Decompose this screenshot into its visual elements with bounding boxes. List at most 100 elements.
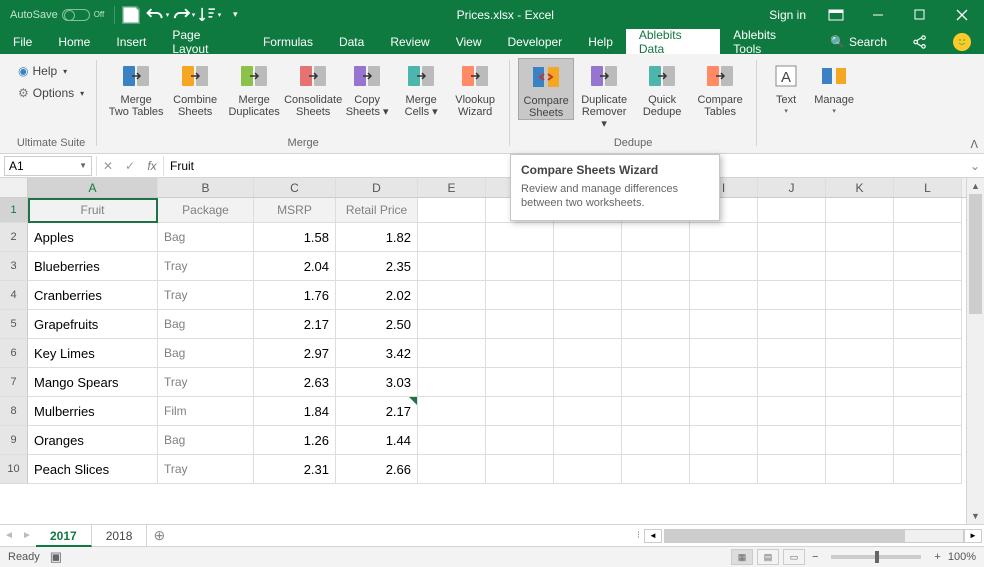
- tab-ablebits-data[interactable]: Ablebits Data: [626, 29, 720, 54]
- cell[interactable]: [894, 223, 962, 252]
- cell[interactable]: [486, 455, 554, 484]
- cell[interactable]: 2.50: [336, 310, 418, 339]
- cell[interactable]: [826, 368, 894, 397]
- cell[interactable]: [826, 397, 894, 426]
- signin-button[interactable]: Sign in: [763, 6, 812, 24]
- cell[interactable]: [894, 455, 962, 484]
- cell[interactable]: [554, 310, 622, 339]
- cell[interactable]: [758, 455, 826, 484]
- undo-button[interactable]: ▾: [145, 3, 169, 27]
- cell[interactable]: [758, 426, 826, 455]
- column-header-K[interactable]: K: [826, 178, 894, 197]
- cell[interactable]: [690, 426, 758, 455]
- header-cell-fruit[interactable]: Fruit: [28, 198, 158, 223]
- header-cell-retail-price[interactable]: Retail Price: [336, 198, 418, 223]
- cell[interactable]: 1.84: [254, 397, 336, 426]
- cell[interactable]: [826, 198, 894, 223]
- cell[interactable]: [418, 455, 486, 484]
- cell[interactable]: [690, 223, 758, 252]
- cell[interactable]: [622, 310, 690, 339]
- cell[interactable]: [554, 223, 622, 252]
- zoom-slider[interactable]: [831, 555, 921, 559]
- column-header-A[interactable]: A: [28, 178, 158, 197]
- name-box[interactable]: A1▼: [4, 156, 92, 176]
- cell[interactable]: [826, 339, 894, 368]
- cell[interactable]: [418, 252, 486, 281]
- consolidate-sheets-button[interactable]: ConsolidateSheets: [287, 58, 339, 118]
- cell[interactable]: [554, 281, 622, 310]
- cell[interactable]: [826, 426, 894, 455]
- tab-view[interactable]: View: [443, 29, 495, 54]
- cell[interactable]: [554, 397, 622, 426]
- compare-tables-button[interactable]: CompareTables: [692, 58, 748, 118]
- search-tab[interactable]: 🔍Search: [817, 35, 900, 49]
- cell[interactable]: [554, 368, 622, 397]
- cell[interactable]: [690, 310, 758, 339]
- cell[interactable]: [418, 310, 486, 339]
- cell[interactable]: 2.35: [336, 252, 418, 281]
- cell[interactable]: [690, 252, 758, 281]
- cell[interactable]: 1.58: [254, 223, 336, 252]
- row-header-9[interactable]: 9: [0, 426, 28, 455]
- tab-page-layout[interactable]: Page Layout: [159, 29, 250, 54]
- sheet-nav-prev[interactable]: ◄: [0, 530, 18, 541]
- cell[interactable]: Bag: [158, 426, 254, 455]
- cell[interactable]: [758, 339, 826, 368]
- cell[interactable]: 1.76: [254, 281, 336, 310]
- tab-file[interactable]: File: [0, 29, 45, 54]
- cell[interactable]: [894, 339, 962, 368]
- cell[interactable]: [826, 252, 894, 281]
- cell[interactable]: [622, 426, 690, 455]
- cell[interactable]: Bag: [158, 223, 254, 252]
- tab-formulas[interactable]: Formulas: [250, 29, 326, 54]
- zoom-out-button[interactable]: −: [809, 551, 821, 563]
- cell[interactable]: [486, 426, 554, 455]
- cell[interactable]: [758, 198, 826, 223]
- add-sheet-button[interactable]: ⊕: [147, 527, 171, 544]
- cell[interactable]: [486, 281, 554, 310]
- cell[interactable]: [826, 281, 894, 310]
- cell[interactable]: [622, 223, 690, 252]
- cell[interactable]: 2.04: [254, 252, 336, 281]
- row-header-10[interactable]: 10: [0, 455, 28, 484]
- cell[interactable]: Key Limes: [28, 339, 158, 368]
- cell[interactable]: [894, 252, 962, 281]
- merge-two-tables-button[interactable]: MergeTwo Tables: [105, 58, 167, 118]
- column-header-D[interactable]: D: [336, 178, 418, 197]
- cell[interactable]: [690, 281, 758, 310]
- cell[interactable]: Tray: [158, 368, 254, 397]
- row-header-5[interactable]: 5: [0, 310, 28, 339]
- minimize-button[interactable]: [860, 0, 896, 29]
- cell[interactable]: Bag: [158, 310, 254, 339]
- header-cell-package[interactable]: Package: [158, 198, 254, 223]
- cell[interactable]: Blueberries: [28, 252, 158, 281]
- sort-icon[interactable]: ▾: [197, 3, 221, 27]
- cell[interactable]: [486, 368, 554, 397]
- cell[interactable]: [894, 368, 962, 397]
- cell[interactable]: [826, 310, 894, 339]
- close-button[interactable]: [944, 0, 980, 29]
- cell[interactable]: [418, 368, 486, 397]
- cell[interactable]: [690, 368, 758, 397]
- row-header-2[interactable]: 2: [0, 223, 28, 252]
- cell[interactable]: [622, 339, 690, 368]
- row-header-3[interactable]: 3: [0, 252, 28, 281]
- ribbon-display-icon[interactable]: [818, 0, 854, 29]
- column-header-B[interactable]: B: [158, 178, 254, 197]
- smiley-feedback[interactable]: [940, 33, 984, 51]
- view-normal-icon[interactable]: ▦: [731, 549, 753, 565]
- zoom-in-button[interactable]: +: [931, 551, 943, 563]
- cell[interactable]: 1.26: [254, 426, 336, 455]
- sheet-tab-2017[interactable]: 2017: [36, 525, 92, 547]
- copy-sheets-button[interactable]: CopySheets ▾: [341, 58, 393, 118]
- cell[interactable]: Cranberries: [28, 281, 158, 310]
- cell[interactable]: [418, 281, 486, 310]
- fx-icon[interactable]: fx: [141, 159, 163, 173]
- tab-insert[interactable]: Insert: [103, 29, 159, 54]
- row-header-8[interactable]: 8: [0, 397, 28, 426]
- combine-sheets-button[interactable]: CombineSheets: [169, 58, 221, 118]
- options-button[interactable]: ⚙Options▾: [14, 82, 88, 104]
- cell[interactable]: 3.03: [336, 368, 418, 397]
- cell[interactable]: 2.66: [336, 455, 418, 484]
- cell[interactable]: 2.17: [254, 310, 336, 339]
